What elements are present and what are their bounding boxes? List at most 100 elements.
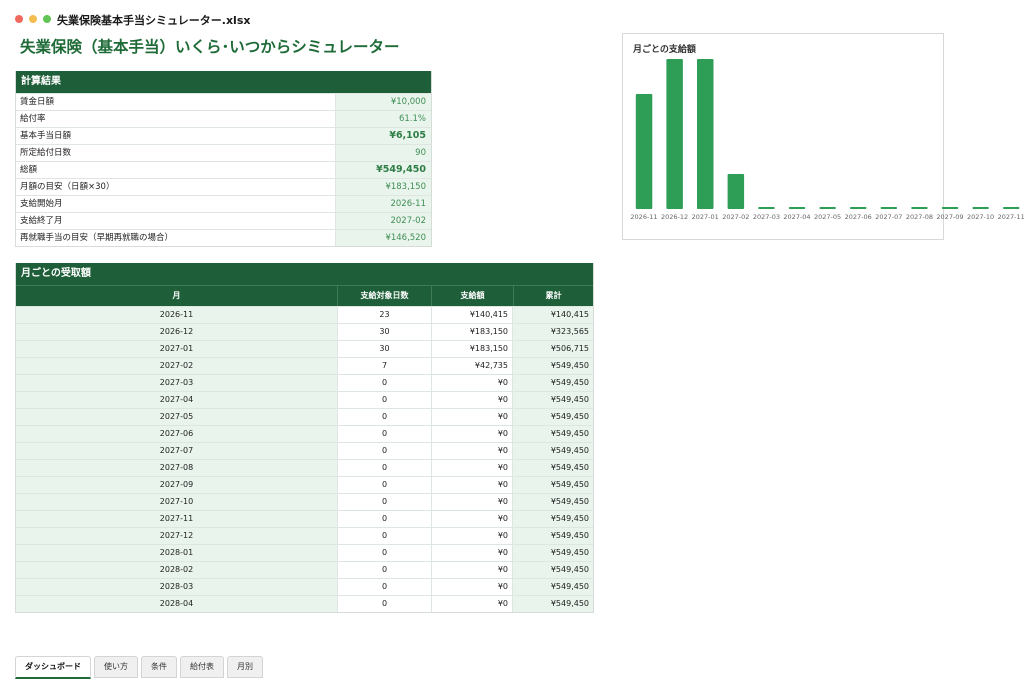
- bar-2027-07[interactable]: [880, 207, 898, 209]
- month-cell[interactable]: 2027-11: [16, 511, 338, 527]
- days-cell[interactable]: 0: [338, 494, 432, 510]
- amount-cell[interactable]: ¥140,415: [432, 307, 513, 323]
- days-cell[interactable]: 0: [338, 443, 432, 459]
- cumulative-cell[interactable]: ¥549,450: [513, 443, 593, 459]
- month-cell[interactable]: 2027-09: [16, 477, 338, 493]
- days-cell[interactable]: 0: [338, 392, 432, 408]
- days-cell[interactable]: 0: [338, 545, 432, 561]
- days-cell[interactable]: 0: [338, 596, 432, 612]
- amount-cell[interactable]: ¥183,150: [432, 324, 513, 340]
- amount-cell[interactable]: ¥0: [432, 375, 513, 391]
- month-cell[interactable]: 2027-01: [16, 341, 338, 357]
- cumulative-cell[interactable]: ¥140,415: [513, 307, 593, 323]
- amount-cell[interactable]: ¥0: [432, 579, 513, 595]
- column-header-days[interactable]: 支給対象日数: [338, 286, 432, 306]
- summary-value[interactable]: ¥10,000: [336, 94, 431, 110]
- month-cell[interactable]: 2028-02: [16, 562, 338, 578]
- days-cell[interactable]: 0: [338, 409, 432, 425]
- cumulative-cell[interactable]: ¥549,450: [513, 545, 593, 561]
- cumulative-cell[interactable]: ¥549,450: [513, 409, 593, 425]
- cumulative-cell[interactable]: ¥506,715: [513, 341, 593, 357]
- tab-monthly[interactable]: 月別: [227, 656, 263, 678]
- days-cell[interactable]: 0: [338, 511, 432, 527]
- days-cell[interactable]: 0: [338, 460, 432, 476]
- cumulative-cell[interactable]: ¥549,450: [513, 375, 593, 391]
- bar-2027-10[interactable]: [972, 207, 989, 209]
- month-cell[interactable]: 2028-04: [16, 596, 338, 612]
- tab-conditions[interactable]: 条件: [141, 656, 177, 678]
- bar-2027-02[interactable]: [727, 174, 745, 209]
- amount-cell[interactable]: ¥42,735: [432, 358, 513, 374]
- bar-2027-05[interactable]: [819, 207, 836, 209]
- days-cell[interactable]: 0: [338, 562, 432, 578]
- days-cell[interactable]: 0: [338, 375, 432, 391]
- month-cell[interactable]: 2026-12: [16, 324, 338, 340]
- amount-cell[interactable]: ¥0: [432, 392, 513, 408]
- bar-2027-08[interactable]: [911, 207, 928, 209]
- month-cell[interactable]: 2027-12: [16, 528, 338, 544]
- month-cell[interactable]: 2026-11: [16, 307, 338, 323]
- amount-cell[interactable]: ¥0: [432, 562, 513, 578]
- cumulative-cell[interactable]: ¥549,450: [513, 511, 593, 527]
- bar-2026-12[interactable]: [666, 59, 683, 209]
- month-cell[interactable]: 2028-01: [16, 545, 338, 561]
- cumulative-cell[interactable]: ¥323,565: [513, 324, 593, 340]
- cumulative-cell[interactable]: ¥549,450: [513, 579, 593, 595]
- summary-value[interactable]: 61.1%: [336, 111, 431, 127]
- bar-2027-11[interactable]: [1003, 207, 1020, 209]
- amount-cell[interactable]: ¥0: [432, 443, 513, 459]
- amount-cell[interactable]: ¥0: [432, 494, 513, 510]
- month-cell[interactable]: 2027-06: [16, 426, 338, 442]
- amount-cell[interactable]: ¥0: [432, 460, 513, 476]
- bar-2027-01[interactable]: [697, 59, 714, 209]
- cumulative-cell[interactable]: ¥549,450: [513, 460, 593, 476]
- month-cell[interactable]: 2027-07: [16, 443, 338, 459]
- days-cell[interactable]: 0: [338, 528, 432, 544]
- bar-2027-06[interactable]: [850, 207, 867, 209]
- column-header-cumulative[interactable]: 累計: [514, 286, 593, 306]
- summary-value[interactable]: ¥549,450: [336, 162, 431, 178]
- summary-value[interactable]: 2027-02: [336, 213, 431, 229]
- amount-cell[interactable]: ¥0: [432, 477, 513, 493]
- close-window-button[interactable]: [15, 15, 23, 23]
- cumulative-cell[interactable]: ¥549,450: [513, 528, 593, 544]
- summary-value[interactable]: ¥183,150: [336, 179, 431, 195]
- amount-cell[interactable]: ¥0: [432, 528, 513, 544]
- tab-dashboard[interactable]: ダッシュボード: [15, 656, 91, 679]
- month-cell[interactable]: 2028-03: [16, 579, 338, 595]
- tab-benefit-table[interactable]: 給付表: [180, 656, 224, 678]
- month-cell[interactable]: 2027-04: [16, 392, 338, 408]
- bar-2027-09[interactable]: [941, 207, 959, 209]
- bar-2026-11[interactable]: [635, 94, 653, 209]
- cumulative-cell[interactable]: ¥549,450: [513, 596, 593, 612]
- amount-cell[interactable]: ¥0: [432, 545, 513, 561]
- cumulative-cell[interactable]: ¥549,450: [513, 392, 593, 408]
- cumulative-cell[interactable]: ¥549,450: [513, 358, 593, 374]
- month-cell[interactable]: 2027-02: [16, 358, 338, 374]
- bar-2027-04[interactable]: [788, 207, 806, 209]
- days-cell[interactable]: 0: [338, 426, 432, 442]
- amount-cell[interactable]: ¥0: [432, 596, 513, 612]
- amount-cell[interactable]: ¥0: [432, 426, 513, 442]
- tab-usage[interactable]: 使い方: [94, 656, 138, 678]
- summary-value[interactable]: ¥146,520: [336, 230, 431, 246]
- amount-cell[interactable]: ¥0: [432, 511, 513, 527]
- column-header-amount[interactable]: 支給額: [432, 286, 514, 306]
- cumulative-cell[interactable]: ¥549,450: [513, 426, 593, 442]
- column-header-month[interactable]: 月: [16, 286, 338, 306]
- days-cell[interactable]: 30: [338, 341, 432, 357]
- cumulative-cell[interactable]: ¥549,450: [513, 562, 593, 578]
- summary-value[interactable]: ¥6,105: [336, 128, 431, 144]
- month-cell[interactable]: 2027-10: [16, 494, 338, 510]
- summary-value[interactable]: 90: [336, 145, 431, 161]
- maximize-window-button[interactable]: [43, 15, 51, 23]
- cumulative-cell[interactable]: ¥549,450: [513, 494, 593, 510]
- minimize-window-button[interactable]: [29, 15, 37, 23]
- month-cell[interactable]: 2027-03: [16, 375, 338, 391]
- amount-cell[interactable]: ¥183,150: [432, 341, 513, 357]
- days-cell[interactable]: 7: [338, 358, 432, 374]
- summary-value[interactable]: 2026-11: [336, 196, 431, 212]
- month-cell[interactable]: 2027-05: [16, 409, 338, 425]
- amount-cell[interactable]: ¥0: [432, 409, 513, 425]
- days-cell[interactable]: 30: [338, 324, 432, 340]
